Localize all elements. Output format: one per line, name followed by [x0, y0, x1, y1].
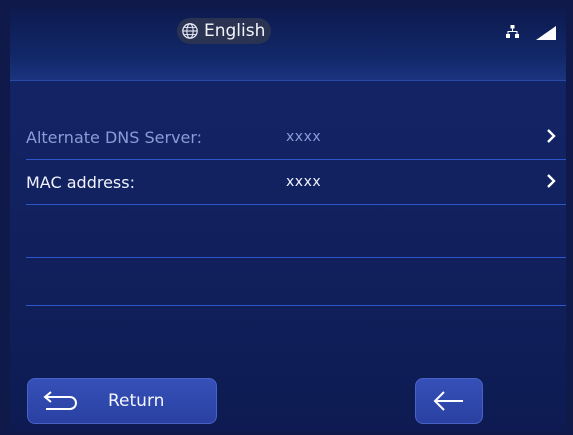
chevron-right-icon — [547, 129, 556, 143]
settings-screen: English Alternate DNS Server: xxxx MAC a… — [10, 8, 566, 431]
settings-row-alternate-dns[interactable]: Alternate DNS Server: xxxx — [26, 115, 566, 160]
language-selector[interactable]: English — [177, 18, 272, 44]
row-value: xxxx — [286, 174, 322, 190]
top-bar: English — [10, 8, 566, 81]
divider — [26, 305, 566, 306]
signal-icon — [536, 26, 556, 40]
language-label: English — [204, 21, 266, 41]
return-arrow-icon — [43, 391, 77, 410]
globe-icon — [182, 23, 198, 39]
divider — [26, 257, 566, 258]
back-button[interactable] — [415, 378, 483, 424]
row-label: MAC address: — [26, 172, 135, 192]
back-arrow-icon — [433, 391, 463, 411]
row-value: xxxx — [286, 129, 322, 145]
chevron-right-icon — [547, 174, 556, 188]
settings-row-mac-address[interactable]: MAC address: xxxx — [26, 160, 566, 205]
return-button[interactable]: Return — [27, 378, 217, 424]
network-icon — [506, 25, 519, 38]
return-label: Return — [108, 391, 165, 411]
row-label: Alternate DNS Server: — [26, 127, 203, 147]
